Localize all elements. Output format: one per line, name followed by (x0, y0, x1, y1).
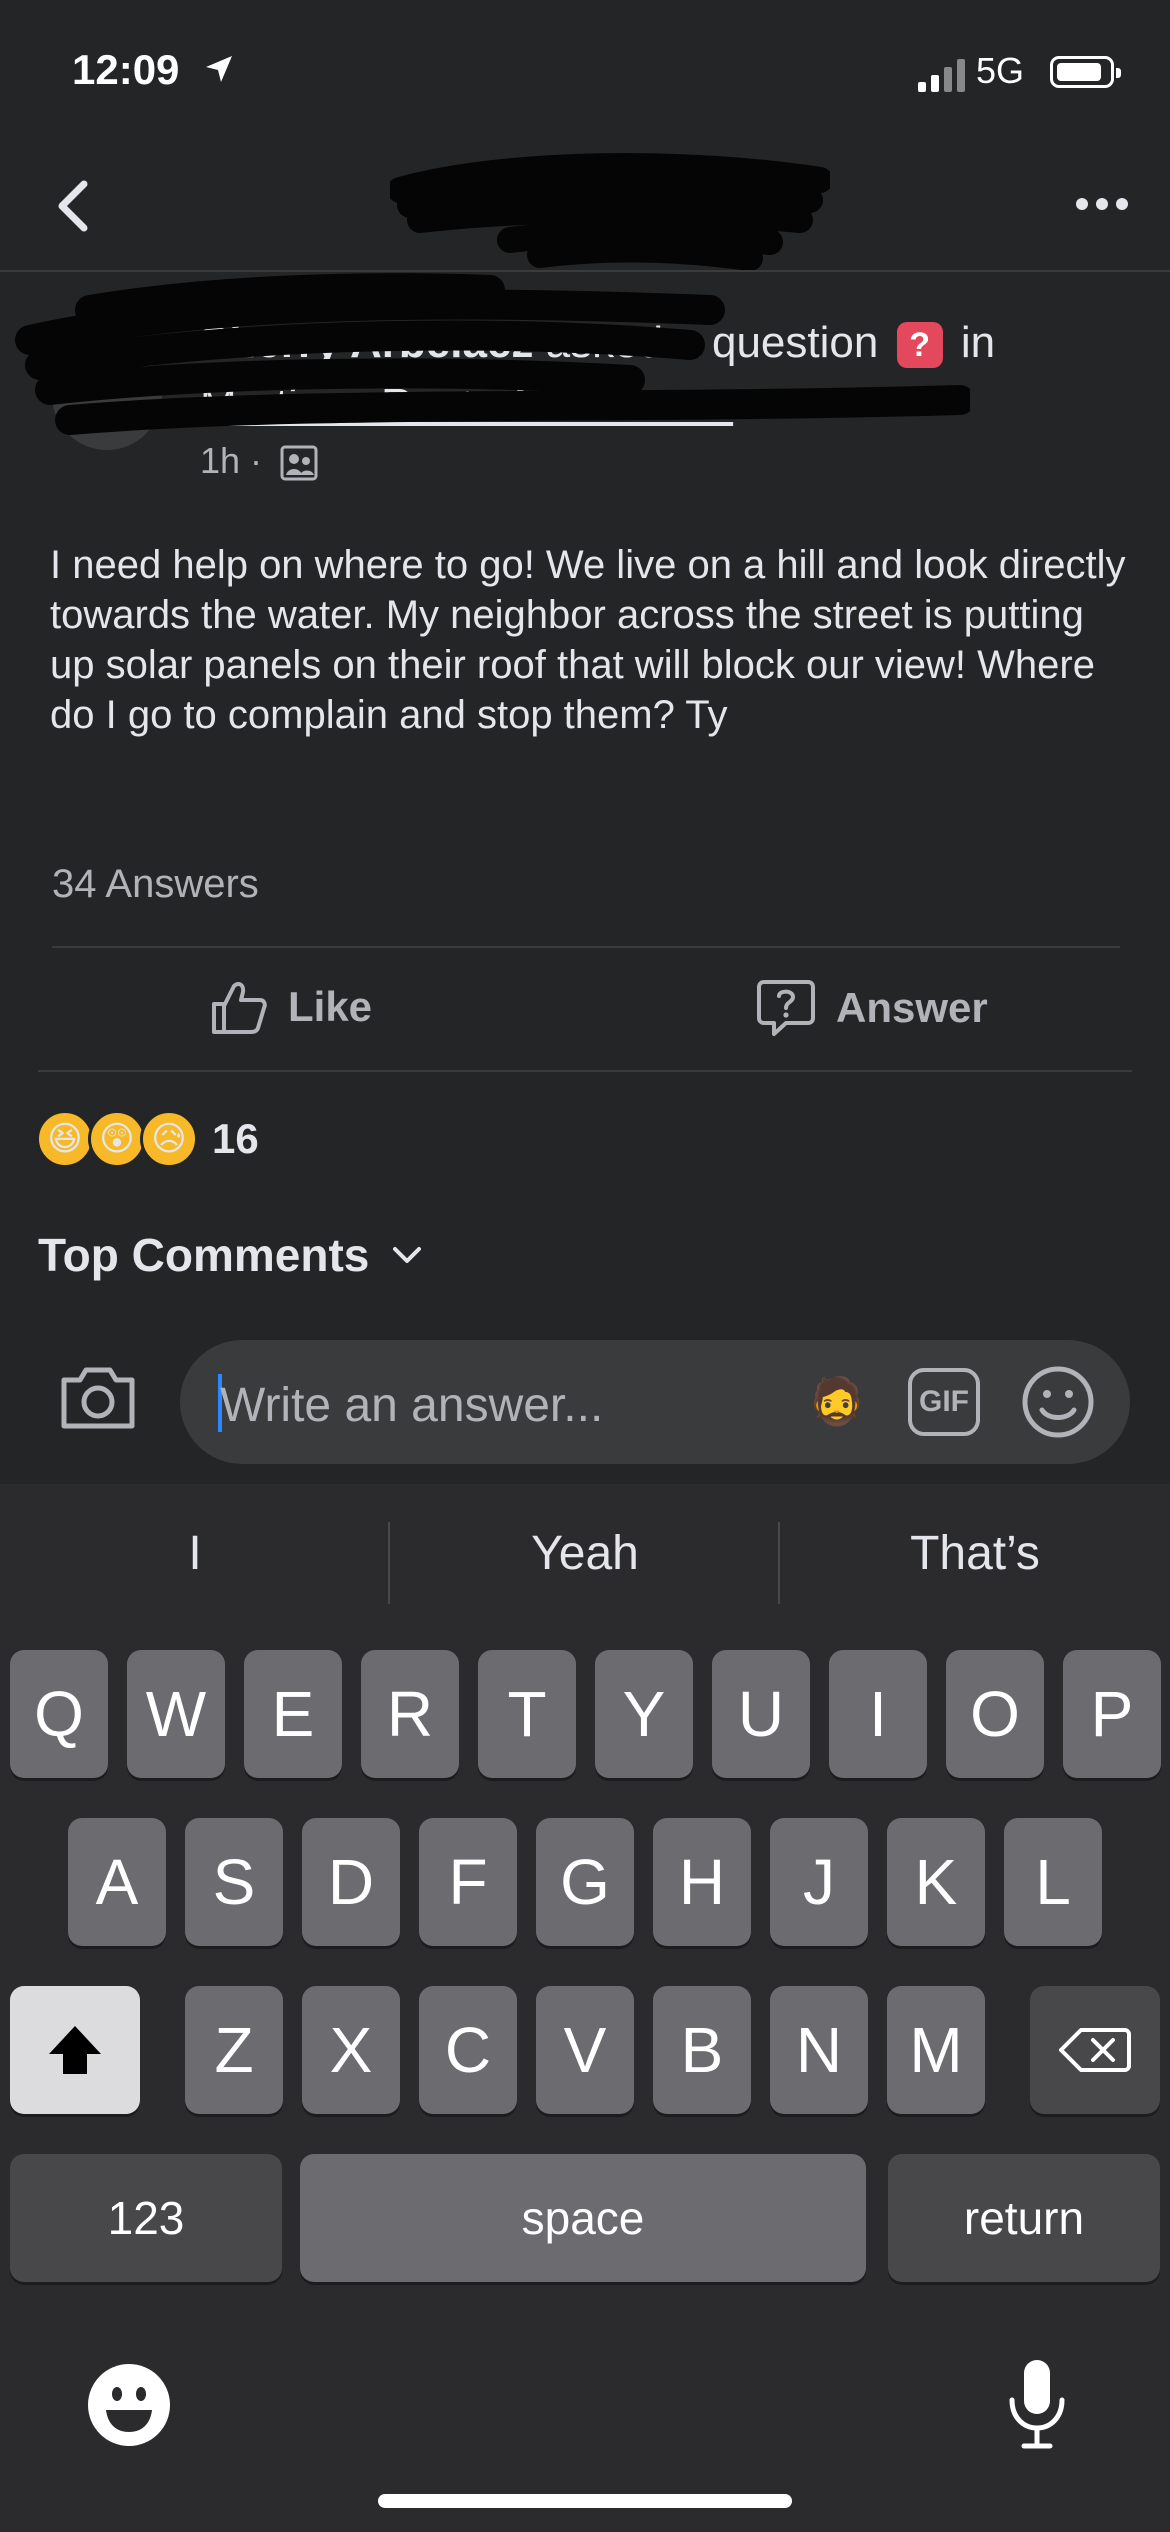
key-j[interactable]: J (770, 1818, 868, 1946)
group-privacy-icon (280, 445, 318, 481)
key-x[interactable]: X (302, 1986, 400, 2114)
network-type: 5G (975, 50, 1024, 91)
camera-icon[interactable] (58, 1362, 138, 1432)
post-meta: 1h · (200, 440, 318, 482)
suggestion-2[interactable]: Yeah (390, 1526, 780, 1581)
key-w[interactable]: W (127, 1650, 225, 1778)
key-a[interactable]: A (68, 1818, 166, 1946)
microphone-icon[interactable] (1004, 2356, 1070, 2452)
gif-button[interactable]: GIF (908, 1368, 980, 1436)
backspace-icon (1059, 2028, 1131, 2072)
reactions-summary[interactable]: 😆 😲 😥 16 (36, 1110, 259, 1168)
key-r[interactable]: R (361, 1650, 459, 1778)
key-p[interactable]: P (1063, 1650, 1161, 1778)
key-d[interactable]: D (302, 1818, 400, 1946)
key-b[interactable]: B (653, 1986, 751, 2114)
sad-reaction-icon: 😥 (140, 1110, 198, 1168)
answer-input-placeholder: Write an answer... (220, 1379, 604, 1432)
cellular-signal-icon (918, 59, 965, 92)
key-u[interactable]: U (712, 1650, 810, 1778)
chevron-down-icon (393, 1247, 422, 1263)
key-n[interactable]: N (770, 1986, 868, 2114)
reaction-count: 16 (212, 1115, 259, 1162)
avatar-sticker-icon[interactable]: 🧔 (808, 1374, 865, 1429)
key-v[interactable]: V (536, 1986, 634, 2114)
key-o[interactable]: O (946, 1650, 1044, 1778)
space-key[interactable]: space (300, 2154, 866, 2282)
answers-divider (52, 946, 1120, 948)
emoji-icon[interactable] (1020, 1364, 1096, 1440)
key-q[interactable]: Q (10, 1650, 108, 1778)
battery-icon (1050, 56, 1121, 88)
key-t[interactable]: T (478, 1650, 576, 1778)
actions-divider (38, 1070, 1132, 1072)
space-key-label: space (521, 2192, 645, 2244)
like-label: Like (288, 983, 373, 1030)
suggestion-3[interactable]: That’s (780, 1526, 1170, 1581)
answer-button[interactable]: Answer (756, 978, 988, 1038)
redaction-scribble (15, 273, 970, 435)
top-comments-label: Top Comments (38, 1229, 370, 1281)
post-body: I need help on where to go! We live on a… (50, 543, 1126, 737)
key-s[interactable]: S (185, 1818, 283, 1946)
back-chevron-icon[interactable] (50, 176, 96, 236)
answers-count[interactable]: 34 Answers (52, 862, 259, 907)
shift-key[interactable] (10, 1986, 140, 2114)
redaction-scribble (390, 153, 830, 270)
post-time: 1h · (200, 440, 263, 481)
top-comments-dropdown[interactable]: Top Comments (38, 1228, 423, 1282)
numbers-key[interactable]: 123 (10, 2154, 282, 2282)
backspace-key[interactable] (1030, 1986, 1160, 2114)
return-key[interactable]: return (888, 2154, 1160, 2282)
location-arrow-icon (206, 56, 232, 82)
key-y[interactable]: Y (595, 1650, 693, 1778)
key-f[interactable]: F (419, 1818, 517, 1946)
home-indicator (378, 2494, 792, 2508)
suggestion-1[interactable]: I (0, 1526, 390, 1581)
key-i[interactable]: I (829, 1650, 927, 1778)
key-g[interactable]: G (536, 1818, 634, 1946)
key-e[interactable]: E (244, 1650, 342, 1778)
numbers-key-label: 123 (107, 2192, 185, 2244)
thumbs-up-icon (212, 982, 267, 1034)
more-options-icon[interactable] (1074, 196, 1130, 212)
key-k[interactable]: K (887, 1818, 985, 1946)
status-time: 12:09 (72, 46, 180, 93)
like-button[interactable]: Like (210, 978, 372, 1036)
shift-arrow-icon (49, 2026, 101, 2074)
wow-reaction-icon: 😲 (88, 1110, 146, 1168)
key-h[interactable]: H (653, 1818, 751, 1946)
answer-label: Answer (836, 984, 988, 1031)
key-l[interactable]: L (1004, 1818, 1102, 1946)
laugh-reaction-icon: 😆 (36, 1110, 94, 1168)
emoji-keyboard-icon[interactable] (86, 2362, 172, 2448)
return-key-label: return (963, 2192, 1085, 2244)
key-z[interactable]: Z (185, 1986, 283, 2114)
question-bubble-icon (757, 980, 815, 1036)
key-m[interactable]: M (887, 1986, 985, 2114)
key-c[interactable]: C (419, 1986, 517, 2114)
